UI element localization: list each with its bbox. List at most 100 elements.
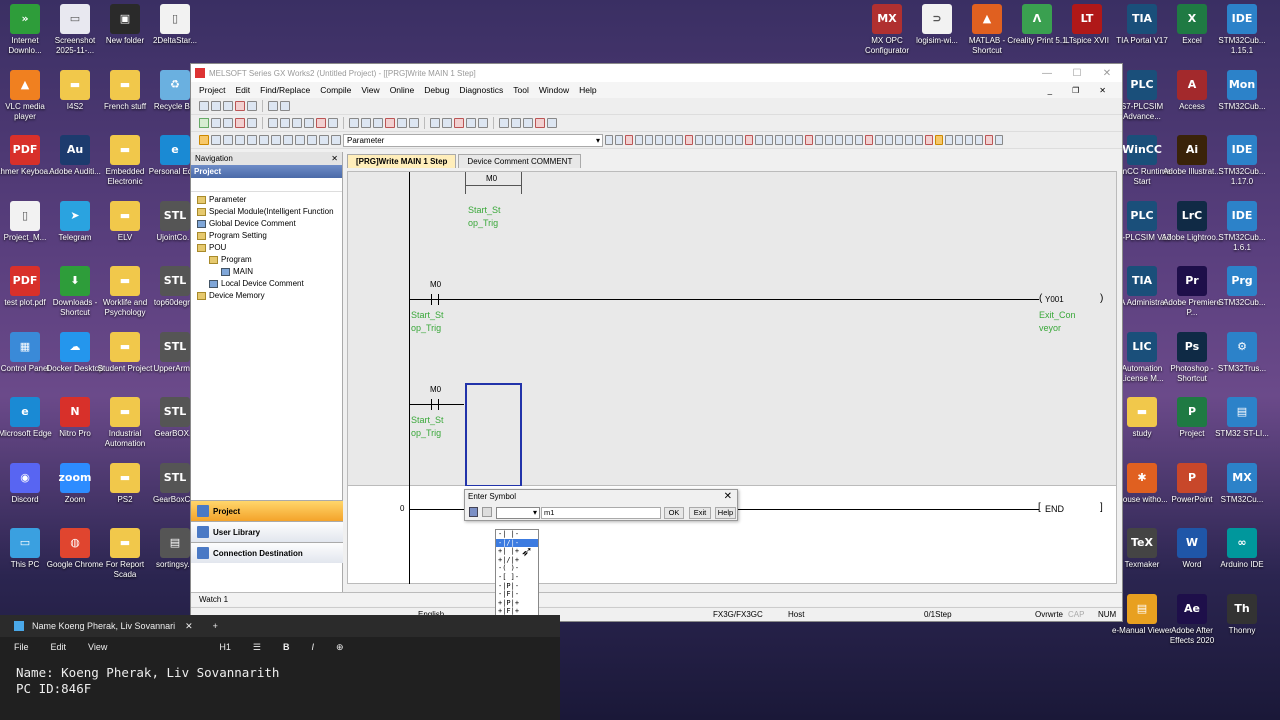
ladder-symbol-button-icon[interactable] (995, 135, 1003, 145)
tab-device-comment[interactable]: Device Comment COMMENT (458, 154, 582, 168)
ladder-symbol-button-icon[interactable] (755, 135, 763, 145)
ladder-symbol-button-icon[interactable] (875, 135, 883, 145)
italic-icon[interactable]: I (311, 642, 314, 652)
parameter-combo[interactable]: Parameter (343, 133, 603, 147)
toolbar-button-icon[interactable] (349, 118, 359, 128)
ladder-symbol-button-icon[interactable] (845, 135, 853, 145)
desktop-icon[interactable]: IDE STM32Cub... 1.6.1 (1211, 200, 1273, 253)
symbol-option[interactable]: -|F|- (496, 590, 538, 599)
toolbar-button-icon[interactable] (385, 118, 395, 128)
toolbar-button-icon[interactable] (547, 118, 557, 128)
menu-window[interactable]: Window (539, 85, 569, 95)
toolbar-button-icon[interactable] (247, 101, 257, 111)
nav-project-button[interactable]: Project (191, 500, 343, 521)
ladder-symbol-button-icon[interactable] (685, 135, 693, 145)
toolbar-button-icon[interactable] (331, 135, 341, 145)
toolbar-button-icon[interactable] (199, 135, 209, 145)
ladder-symbol-button-icon[interactable] (655, 135, 663, 145)
watch-window-bar[interactable]: Watch 1 (191, 592, 1122, 606)
toolbar-button-icon[interactable] (283, 135, 293, 145)
menu-view[interactable]: View (361, 85, 379, 95)
ladder-symbol-button-icon[interactable] (715, 135, 723, 145)
ladder-symbol-button-icon[interactable] (815, 135, 823, 145)
tree-item[interactable]: Program (197, 254, 342, 266)
nav-close-icon[interactable]: ✕ (331, 152, 338, 165)
toolbar-button-icon[interactable] (535, 118, 545, 128)
toolbar-button-icon[interactable] (235, 118, 245, 128)
ladder-symbol-button-icon[interactable] (605, 135, 613, 145)
comment-icon[interactable] (482, 507, 492, 517)
mdi-minimize[interactable]: _ (1048, 86, 1052, 95)
toolbar-button-icon[interactable] (271, 135, 281, 145)
tree-item[interactable]: Global Device Comment (197, 218, 342, 230)
ladder-symbol-button-icon[interactable] (975, 135, 983, 145)
symbol-option[interactable]: -[ ]- (496, 573, 538, 582)
toolbar-button-icon[interactable] (223, 135, 233, 145)
ladder-symbol-button-icon[interactable] (835, 135, 843, 145)
menu-tool[interactable]: Tool (513, 85, 529, 95)
ladder-symbol-button-icon[interactable] (855, 135, 863, 145)
ladder-symbol-button-icon[interactable] (675, 135, 683, 145)
toolbar-button-icon[interactable] (511, 118, 521, 128)
toolbar-button-icon[interactable] (361, 118, 371, 128)
symbol-option[interactable]: -( )- (496, 564, 538, 573)
toolbar-button-icon[interactable] (295, 135, 305, 145)
ladder-symbol-button-icon[interactable] (785, 135, 793, 145)
ladder-editor-existing[interactable]: M0 Start_St op_Trig M0 Start_St op_Trig … (347, 171, 1117, 487)
toolbar-button-icon[interactable] (235, 101, 245, 111)
toolbar-button-icon[interactable] (280, 118, 290, 128)
symbol-option[interactable]: -| |- (496, 530, 538, 539)
toolbar-button-icon[interactable] (442, 118, 452, 128)
nav-connection-button[interactable]: Connection Destination (191, 542, 343, 563)
desktop-icon[interactable]: IDE STM32Cub... 1.17.0 (1211, 135, 1273, 187)
help-button[interactable]: Help (715, 507, 736, 519)
toolbar-button-icon[interactable] (454, 118, 464, 128)
minimize-button[interactable]: — (1032, 68, 1062, 79)
toolbar-button-icon[interactable] (466, 118, 476, 128)
tree-item[interactable]: POU (197, 242, 342, 254)
menu-compile[interactable]: Compile (320, 85, 351, 95)
ladder-symbol-button-icon[interactable] (795, 135, 803, 145)
mdi-restore[interactable]: ❐ (1072, 86, 1079, 95)
ladder-symbol-button-icon[interactable] (645, 135, 653, 145)
exit-button[interactable]: Exit (689, 507, 711, 519)
menu-project[interactable]: Project (199, 85, 225, 95)
toolbar-button-icon[interactable] (280, 101, 290, 111)
menu-find-replace[interactable]: Find/Replace (260, 85, 310, 95)
menu-edit[interactable]: Edit (235, 85, 250, 95)
tree-item[interactable]: Parameter (197, 194, 342, 206)
desktop-icon[interactable]: Prg STM32Cub... (1211, 266, 1273, 308)
bold-icon[interactable]: B (283, 642, 290, 652)
toolbar-button-icon[interactable] (319, 135, 329, 145)
note-line-2[interactable]: PC ID:846F (16, 681, 544, 697)
ladder-symbol-button-icon[interactable] (635, 135, 643, 145)
desktop-icon[interactable]: ▤ STM32 ST-LI... (1211, 397, 1273, 439)
ladder-symbol-button-icon[interactable] (885, 135, 893, 145)
link-icon[interactable]: ⊕ (336, 642, 344, 653)
toolbar-button-icon[interactable] (211, 135, 221, 145)
desktop-icon[interactable]: ⚙ STM32Trus... (1211, 331, 1273, 374)
toolbar-button-icon[interactable] (247, 135, 257, 145)
desktop-icon[interactable]: LT LTspice XVII (1056, 4, 1118, 46)
tree-item[interactable]: Device Memory (197, 290, 342, 302)
toolbar-button-icon[interactable] (373, 118, 383, 128)
ladder-symbol-button-icon[interactable] (925, 135, 933, 145)
toolbar-button-icon[interactable] (304, 118, 314, 128)
menu-debug[interactable]: Debug (424, 85, 449, 95)
ladder-symbol-button-icon[interactable] (955, 135, 963, 145)
desktop-icon[interactable]: ▯ 2DeltaStar... (144, 4, 206, 46)
toolbar-button-icon[interactable] (307, 135, 317, 145)
toolbar-button-icon[interactable] (409, 118, 419, 128)
ladder-symbol-button-icon[interactable] (865, 135, 873, 145)
ladder-symbol-button-icon[interactable] (625, 135, 633, 145)
toolbar-button-icon[interactable] (316, 118, 326, 128)
toolbar-button-icon[interactable] (199, 118, 209, 128)
toolbar-button-icon[interactable] (199, 101, 209, 111)
maximize-button[interactable]: ☐ (1062, 68, 1092, 79)
toolbar-button-icon[interactable] (478, 118, 488, 128)
note-line-1[interactable]: Name: Koeng Pherak, Liv Sovannarith (16, 665, 544, 681)
toolbar-button-icon[interactable] (268, 101, 278, 111)
toolbar-button-icon[interactable] (259, 135, 269, 145)
symbol-option[interactable]: +|P|+ (496, 599, 538, 608)
ladder-symbol-button-icon[interactable] (935, 135, 943, 145)
